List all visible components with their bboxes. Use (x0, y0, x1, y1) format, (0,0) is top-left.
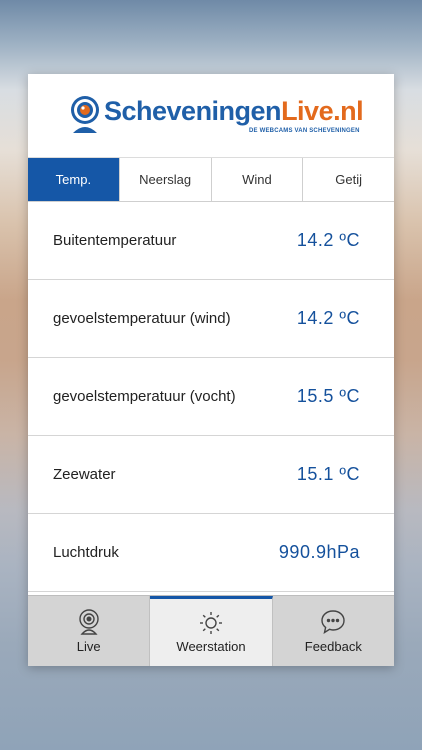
nav-live[interactable]: Live (28, 596, 151, 666)
tab-bar: Temp. Neerslag Wind Getij (28, 158, 394, 202)
brand-tagline: DE WEBCAMS VAN SCHEVENINGEN (249, 128, 360, 134)
nav-weerstation-label: Weerstation (176, 639, 246, 654)
webcam-icon (78, 608, 99, 635)
row-feels-like-humidity: gevoelstemperatuur (vocht) 15.5 ºC (28, 358, 394, 436)
sun-icon (199, 612, 222, 634)
row-value: 14.2 ºC (296, 230, 360, 250)
webcam-logo-icon (71, 96, 99, 133)
chat-bubble-icon (321, 609, 346, 634)
brand-name-part1: Scheveningen (104, 96, 282, 126)
nav-feedback[interactable]: Feedback (272, 596, 394, 666)
tab-getij[interactable]: Getij (303, 158, 394, 201)
row-sea-water: Zeewater 15.1 ºC (28, 436, 394, 514)
row-value: 990.9hPa (278, 542, 360, 562)
row-feels-like-wind: gevoelstemperatuur (wind) 14.2 ºC (28, 280, 394, 358)
row-label: gevoelstemperatuur (wind) (53, 310, 231, 327)
row-value: 15.1 ºC (296, 464, 360, 484)
brand-name-part2: Live.nl (281, 96, 364, 126)
row-label: Buitentemperatuur (53, 232, 177, 249)
row-value: 15.5 ºC (296, 386, 360, 406)
bottom-navigation: Live Weerstation Feedback (28, 595, 394, 666)
row-label: Zeewater (53, 466, 116, 483)
row-label: Luchtdruk (53, 544, 119, 561)
tab-wind[interactable]: Wind (211, 158, 304, 201)
row-label: gevoelstemperatuur (vocht) (53, 388, 236, 405)
row-outside-temperature: Buitentemperatuur 14.2 ºC (28, 202, 394, 280)
nav-weerstation[interactable]: Weerstation (150, 596, 273, 666)
row-value: 14.2 ºC (296, 308, 360, 328)
app-header: ScheveningenLive.nl DE WEBCAMS VAN SCHEV… (28, 74, 394, 158)
tab-neerslag[interactable]: Neerslag (119, 158, 212, 201)
row-air-pressure: Luchtdruk 990.9hPa (28, 514, 394, 592)
nav-feedback-label: Feedback (304, 638, 362, 654)
brand-logo: ScheveningenLive.nl (104, 96, 364, 127)
weather-card: ScheveningenLive.nl DE WEBCAMS VAN SCHEV… (28, 74, 394, 666)
nav-live-label: Live (76, 638, 101, 654)
tab-temp[interactable]: Temp. (28, 158, 120, 201)
